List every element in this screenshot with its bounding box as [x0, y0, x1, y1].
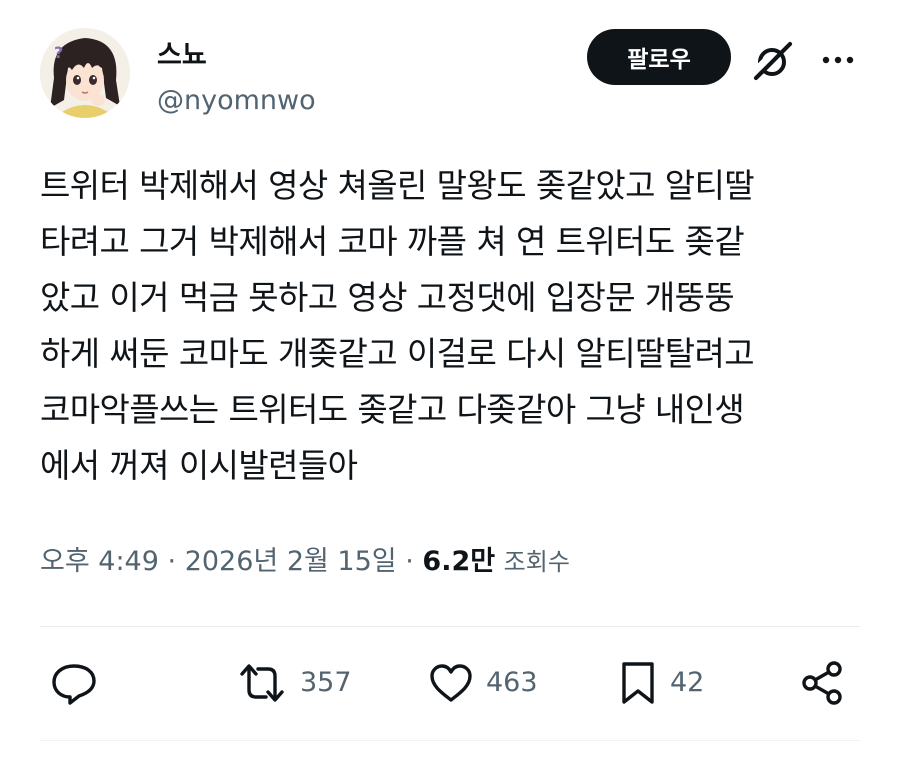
meta-separator: ·	[167, 546, 177, 577]
retweet-count: 357	[300, 667, 352, 698]
retweet-icon	[240, 664, 284, 702]
tweet-text-line: 았고 이거 먹금 못하고 영상 고정댓에 입장문 개뚱뚱	[40, 278, 735, 317]
svg-text:?: ?	[54, 43, 63, 62]
divider	[40, 626, 860, 627]
retweet-button[interactable]: 357	[236, 660, 352, 706]
bookmark-count: 42	[670, 667, 705, 698]
follow-button[interactable]: 팔로우	[587, 29, 731, 85]
anime-avatar-icon: ?	[40, 28, 130, 118]
meta-separator: ·	[405, 546, 414, 577]
like-count: 463	[486, 667, 538, 698]
display-name[interactable]: 스뇨	[157, 40, 207, 72]
tweet-text-line: 하게 써둔 코마도 개좆같고 이걸로 다시 알티딸탈려고	[40, 334, 755, 373]
tweet-text-line: 코마악플쓰는 트위터도 좆같고 다좆같아 그냥 내인생	[40, 390, 745, 429]
tweet-meta: 오후 4:49 · 2026년 2월 15일 · 6.2만 조회수	[40, 540, 570, 584]
reply-button[interactable]	[50, 660, 98, 706]
tweet-card: ? 스뇨 @nyomnwo 팔로우 트위터 박제해서 영상 쳐올린 말왕도 좆같…	[0, 0, 900, 767]
share-icon	[802, 661, 842, 705]
more-options-icon[interactable]	[818, 45, 858, 75]
bookmark-button[interactable]: 42	[618, 660, 704, 706]
views-label: 조회수	[503, 548, 570, 576]
grok-icon[interactable]	[750, 38, 796, 84]
tweet-text: 트위터 박제해서 영상 쳐올린 말왕도 좆같았고 알티딸 타려고 그거 박제해서…	[40, 158, 870, 494]
tweet-text-line: 트위터 박제해서 영상 쳐올린 말왕도 좆같았고 알티딸	[40, 166, 755, 205]
bookmark-icon	[622, 662, 654, 704]
heart-icon	[430, 664, 472, 702]
tweet-time[interactable]: 오후 4:49	[40, 546, 159, 577]
reply-icon	[52, 664, 96, 705]
share-button[interactable]	[800, 660, 846, 706]
avatar[interactable]: ?	[40, 28, 130, 118]
tweet-text-line: 에서 꺼져 이시발련들아	[40, 446, 358, 485]
views-count: 6.2만	[422, 546, 496, 577]
tweet-text-line: 타려고 그거 박제해서 코마 까플 쳐 연 트위터도 좆같	[40, 222, 745, 261]
like-button[interactable]: 463	[428, 660, 538, 706]
tweet-date[interactable]: 2026년 2월 15일	[185, 546, 397, 577]
divider	[40, 740, 860, 741]
user-handle[interactable]: @nyomnwo	[157, 84, 316, 118]
